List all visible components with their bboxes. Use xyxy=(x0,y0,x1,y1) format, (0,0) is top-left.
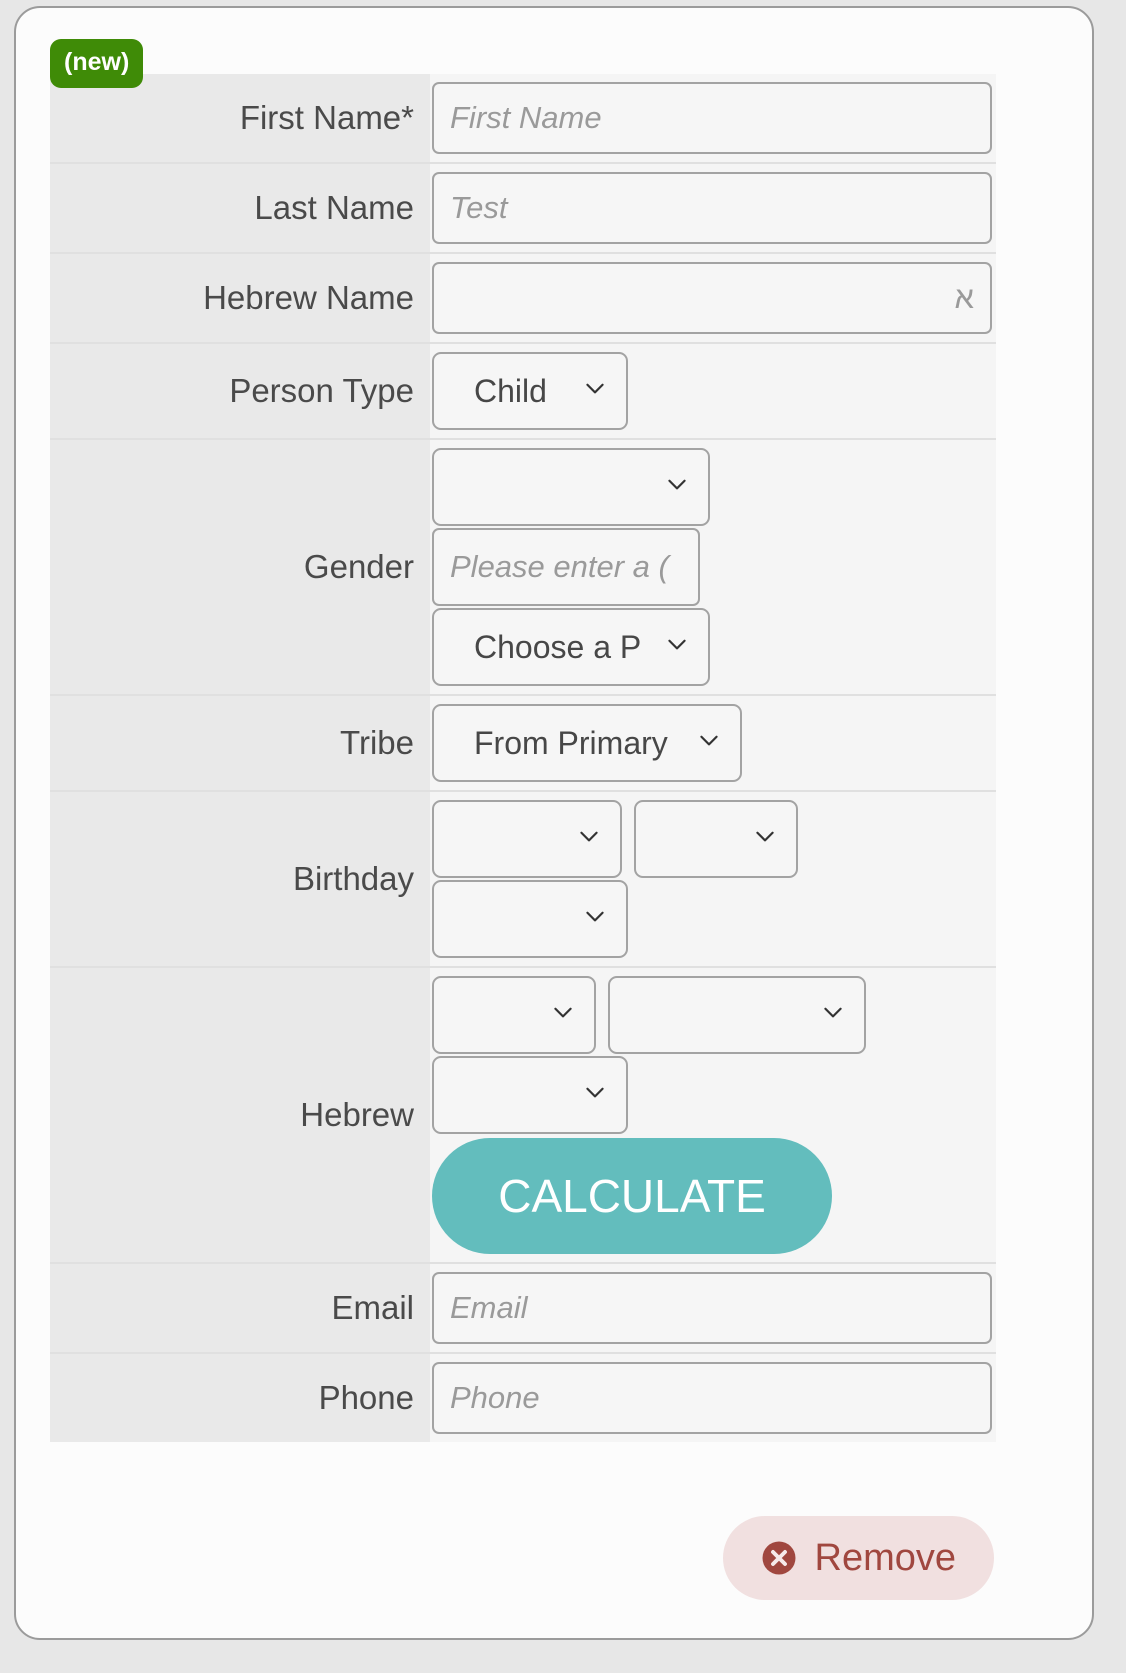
remove-button[interactable]: Remove xyxy=(722,1516,994,1600)
hebrew-year-select[interactable] xyxy=(432,1056,628,1134)
gender-parent-select-value: Choose a P xyxy=(474,629,642,665)
field-row-email: Email xyxy=(50,1264,996,1354)
field-row-hebrew-name: Hebrew Name xyxy=(50,254,996,344)
field-row-tribe: Tribe From Primary xyxy=(50,696,996,792)
new-badge: (new) xyxy=(50,39,144,88)
hebrew-month-select[interactable] xyxy=(432,976,596,1054)
chevron-down-icon xyxy=(582,1079,608,1105)
birthday-month-select[interactable] xyxy=(432,800,622,878)
person-type-control-wrap: Child xyxy=(430,344,996,438)
chevron-down-icon xyxy=(576,823,602,849)
label-gender: Gender xyxy=(50,440,430,696)
person-type-select-value: Child xyxy=(474,373,547,409)
tribe-select[interactable]: From Primary xyxy=(432,704,742,782)
label-email: Email xyxy=(50,1264,430,1354)
phone-control-wrap xyxy=(430,1354,996,1442)
tribe-control-wrap: From Primary xyxy=(430,696,996,790)
chevron-down-icon xyxy=(550,999,576,1025)
circle-x-icon xyxy=(761,1540,797,1576)
email-input[interactable] xyxy=(432,1272,992,1344)
tribe-select-value: From Primary xyxy=(474,725,668,761)
label-hebrew: Hebrew xyxy=(50,968,430,1264)
page-root: (new) First Name* Last Name xyxy=(0,0,1126,1673)
field-row-gender: Gender Please enter a (Choose a P xyxy=(50,440,996,696)
calculate-button[interactable]: CALCULATE xyxy=(432,1138,832,1254)
email-control-wrap xyxy=(430,1264,996,1352)
field-row-last-name: Last Name xyxy=(50,164,996,254)
chevron-down-icon xyxy=(582,903,608,929)
gender-control-wrap: Choose a P xyxy=(430,440,996,694)
phone-input[interactable] xyxy=(432,1362,992,1434)
field-row-person-type: Person Type Child xyxy=(50,344,996,440)
birthday-day-select[interactable] xyxy=(634,800,799,878)
last-name-input[interactable] xyxy=(432,172,992,244)
first-name-input[interactable] xyxy=(432,82,992,154)
calculate-wrap: CALCULATE xyxy=(432,1134,996,1254)
gender-other-input[interactable] xyxy=(432,528,700,606)
person-type-select[interactable]: Child xyxy=(432,352,628,430)
remove-button-label: Remove xyxy=(814,1536,957,1579)
card-footer: Remove xyxy=(16,1516,1092,1606)
label-hebrew-name: Hebrew Name xyxy=(50,254,430,344)
chevron-down-icon xyxy=(752,823,778,849)
label-birthday: Birthday xyxy=(50,792,430,968)
hebrew-control-wrap: CALCULATE xyxy=(430,968,996,1262)
hebrew-day-select[interactable] xyxy=(608,976,867,1054)
hebrew-name-input[interactable] xyxy=(432,262,992,334)
hebrew-name-control-wrap xyxy=(430,254,996,342)
person-card: (new) First Name* Last Name xyxy=(14,6,1094,1640)
label-last-name: Last Name xyxy=(50,164,430,254)
label-phone: Phone xyxy=(50,1354,430,1442)
chevron-down-icon xyxy=(820,999,846,1025)
birthday-control-wrap xyxy=(430,792,996,966)
gender-parent-select[interactable]: Choose a P xyxy=(432,608,710,686)
label-person-type: Person Type xyxy=(50,344,430,440)
field-row-birthday: Birthday xyxy=(50,792,996,968)
gender-select[interactable] xyxy=(432,448,710,526)
last-name-control-wrap xyxy=(430,164,996,252)
first-name-control-wrap xyxy=(430,74,996,162)
field-row-phone: Phone xyxy=(50,1354,996,1442)
person-fields-table: First Name* Last Name xyxy=(50,74,996,1442)
label-tribe: Tribe xyxy=(50,696,430,792)
chevron-down-icon xyxy=(664,471,690,497)
field-row-first-name: First Name* xyxy=(50,74,996,164)
birthday-year-select[interactable] xyxy=(432,880,628,958)
field-row-hebrew: Hebrew CALCULATE xyxy=(50,968,996,1264)
